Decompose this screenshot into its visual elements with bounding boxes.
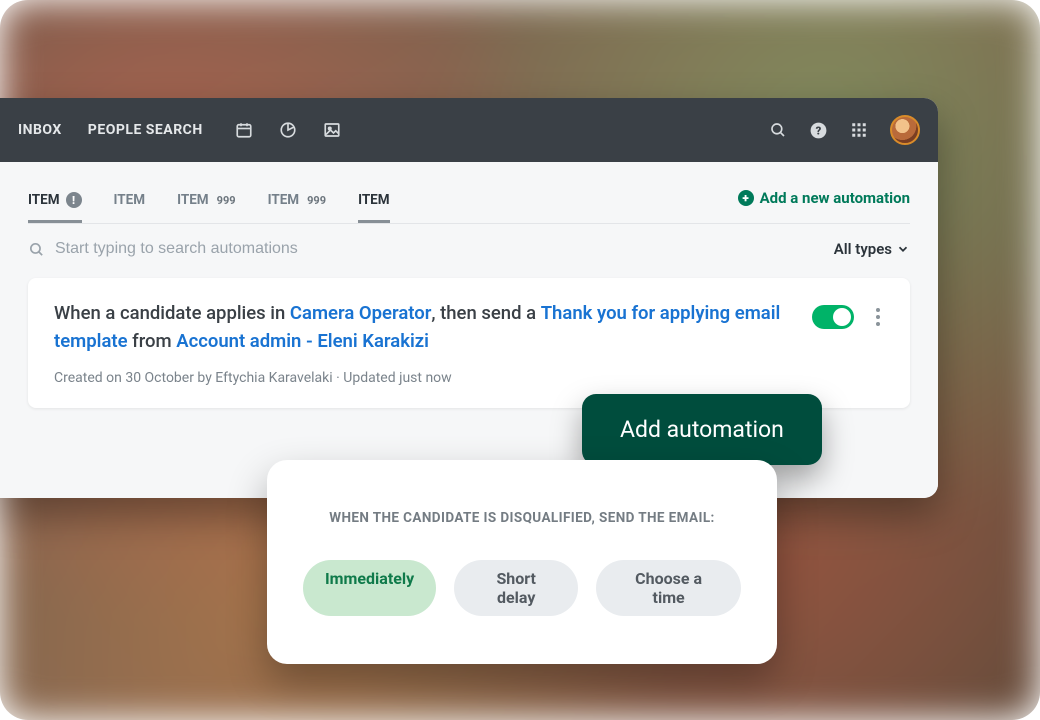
search-icon[interactable]: [769, 121, 787, 139]
more-menu-icon[interactable]: [872, 304, 884, 330]
add-automation-button[interactable]: Add automation: [582, 394, 822, 465]
search-input[interactable]: [55, 240, 824, 258]
link-sender[interactable]: Account admin - Eleni Karakizi: [176, 330, 429, 352]
popup-heading: WHEN THE CANDIDATE IS DISQUALIFIED, SEND…: [303, 510, 741, 526]
filter-label: All types: [834, 240, 892, 258]
add-automation-label: Add a new automation: [760, 189, 910, 207]
chevron-down-icon: [896, 242, 910, 256]
alert-badge-icon: !: [66, 192, 82, 208]
tab-item-2[interactable]: ITEM 999: [177, 182, 235, 223]
option-short-delay[interactable]: Short delay: [454, 560, 578, 616]
svg-text:?: ?: [816, 124, 822, 137]
tab-label: ITEM: [177, 192, 209, 208]
pie-chart-icon[interactable]: [279, 121, 297, 139]
enable-toggle[interactable]: [812, 305, 854, 329]
tabs-row: ITEM ! ITEM ITEM 999 ITEM 999 ITEM: [28, 182, 910, 224]
help-icon[interactable]: ?: [809, 121, 828, 140]
tab-count: 999: [217, 194, 236, 207]
nav-people-search[interactable]: PEOPLE SEARCH: [88, 122, 203, 138]
search-icon: [28, 241, 45, 258]
add-automation-link[interactable]: + Add a new automation: [738, 189, 910, 217]
tab-label: ITEM: [268, 192, 300, 208]
option-choose-time[interactable]: Choose a time: [596, 560, 741, 616]
image-icon[interactable]: [323, 121, 341, 139]
option-immediately[interactable]: Immediately: [303, 560, 436, 616]
automation-card: When a candidate applies in Camera Opera…: [28, 278, 910, 408]
tab-item-4[interactable]: ITEM: [358, 182, 390, 223]
tab-label: ITEM: [114, 192, 146, 208]
apps-grid-icon[interactable]: [850, 121, 868, 139]
pill-row: Immediately Short delay Choose a time: [303, 560, 741, 616]
search-wrap: [28, 240, 824, 258]
plus-circle-icon: +: [738, 190, 754, 206]
automation-description: When a candidate applies in Camera Opera…: [54, 300, 792, 356]
avatar[interactable]: [890, 115, 920, 145]
automation-meta: Created on 30 October by Eftychia Karave…: [54, 370, 792, 386]
link-job[interactable]: Camera Operator: [290, 302, 431, 324]
tab-label: ITEM: [358, 192, 390, 208]
tab-item-1[interactable]: ITEM: [114, 182, 146, 223]
tab-label: ITEM: [28, 192, 60, 208]
nav-inbox[interactable]: INBOX: [18, 122, 62, 138]
calendar-icon[interactable]: [235, 121, 253, 139]
search-row: All types: [28, 240, 910, 258]
topbar: INBOX PEOPLE SEARCH ?: [0, 98, 938, 162]
tab-count: 999: [307, 194, 326, 207]
type-filter[interactable]: All types: [834, 240, 910, 258]
tab-item-0[interactable]: ITEM !: [28, 182, 82, 223]
tab-item-3[interactable]: ITEM 999: [268, 182, 326, 223]
timing-popup: WHEN THE CANDIDATE IS DISQUALIFIED, SEND…: [267, 460, 777, 664]
